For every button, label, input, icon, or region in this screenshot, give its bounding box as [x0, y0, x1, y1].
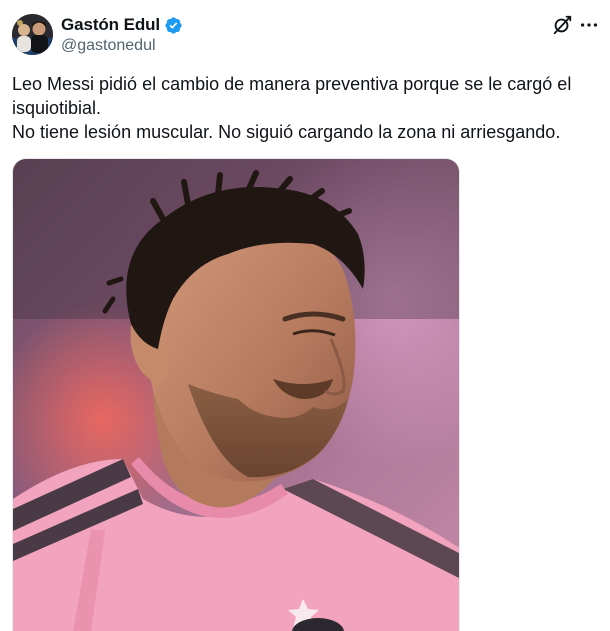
messi-photo-image — [13, 159, 459, 631]
author-name-row: Gastón Edul — [61, 14, 183, 36]
verified-badge-icon — [164, 16, 183, 35]
author-avatar[interactable] — [12, 14, 53, 55]
tweet-card: Gastón Edul @gastonedul Leo Messi pidió … — [0, 0, 610, 631]
more-options-icon[interactable] — [578, 14, 600, 36]
avatar-photo — [12, 14, 53, 55]
author-display-name[interactable]: Gastón Edul — [61, 15, 160, 35]
grok-icon[interactable] — [551, 14, 573, 36]
tweet-text: Leo Messi pidió el cambio de manera prev… — [12, 74, 572, 142]
author-handle[interactable]: @gastonedul — [61, 37, 156, 55]
tweet-photo[interactable] — [12, 158, 460, 631]
